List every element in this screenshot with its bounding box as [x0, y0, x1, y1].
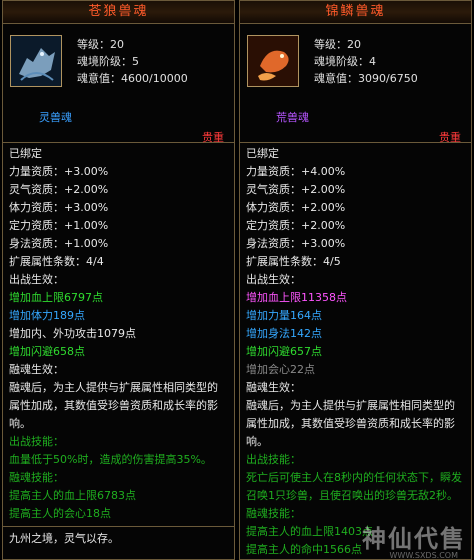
fuse-desc: 融魂后，为主人提供与扩展属性相同类型的属性加成，其数值受珍兽资质和成长率的影响。 [246, 399, 455, 448]
effect-line: 增加力量164点 [246, 309, 322, 322]
effect-line: 增加血上限11358点 [246, 291, 347, 304]
battle-label: 出战生效： [9, 273, 64, 286]
attr-line: 灵气资质：+2.00% [9, 183, 109, 196]
attr-line: 灵气资质：+2.00% [246, 183, 346, 196]
right-item-tooltip: 锦鳞兽魂 等级：20 魂境阶级：4 魂意值：3090/6750 荒兽魂 贵重 已… [239, 0, 472, 560]
effect-line: 增加身法142点 [246, 327, 322, 340]
flavor-text: 九州之境，灵气以存。 [9, 532, 119, 545]
item-header: 等级：20 魂境阶级：5 魂意值：4600/10000 灵兽魂 贵重 [3, 24, 234, 144]
attr-line: 身法资质：+1.00% [9, 237, 109, 250]
attr-line: 定力资质：+1.00% [9, 219, 109, 232]
effect-line: 增加体力189点 [9, 309, 85, 322]
item-details: 已绑定 力量资质：+4.00% 灵气资质：+2.00% 体力资质：+2.00% … [240, 143, 471, 559]
stage-text: 魂境阶级：4 [314, 55, 376, 68]
attr-line: 定力资质：+2.00% [246, 219, 346, 232]
bound-status: 已绑定 [9, 147, 42, 160]
fuse-desc: 融魂后，为主人提供与扩展属性相同类型的属性加成，其数值受珍兽资质和成长率的影响。 [9, 381, 218, 430]
soul-value-text: 魂意值：3090/6750 [314, 72, 418, 85]
soul-value-text: 魂意值：4600/10000 [77, 72, 188, 85]
effect-line: 增加闪避657点 [246, 345, 322, 358]
bound-status: 已绑定 [246, 147, 279, 160]
skill-label: 出战技能： [9, 435, 64, 448]
koi-soul-icon [247, 35, 299, 87]
ext-count: 扩展属性条数：4/4 [9, 255, 104, 268]
level-text: 等级：20 [314, 38, 361, 51]
effect-line: 增加闪避658点 [9, 345, 85, 358]
site-watermark: 神仙代售 [362, 525, 466, 553]
item-stats: 等级：20 魂境阶级：5 魂意值：4600/10000 [77, 36, 188, 87]
item-details: 已绑定 力量资质：+3.00% 灵气资质：+2.00% 体力资质：+3.00% … [3, 143, 234, 548]
divider [3, 526, 234, 527]
effect-line: 增加血上限6797点 [9, 291, 103, 304]
site-watermark-url: WWW.SXDS.COM [389, 551, 458, 560]
fuse-label: 融魂生效： [246, 381, 301, 394]
wolf-soul-icon [10, 35, 62, 87]
skill-label: 出战技能： [246, 453, 301, 466]
effect-line: 增加内、外功攻击1079点 [9, 327, 136, 340]
fuse-label: 融魂生效： [9, 363, 64, 376]
attr-line: 体力资质：+3.00% [9, 201, 109, 214]
attr-line: 力量资质：+4.00% [246, 165, 346, 178]
effect-line: 增加会心22点 [246, 363, 315, 376]
skill-line: 提高主人的血上限6783点 [9, 489, 136, 502]
skill-line: 提高主人的会心18点 [9, 507, 111, 520]
soul-type: 荒兽魂 [276, 111, 309, 124]
skill-line: 血量低于50%时，造成的伤害提高35%。 [9, 453, 212, 466]
item-header: 等级：20 魂境阶级：4 魂意值：3090/6750 荒兽魂 贵重 [240, 24, 471, 144]
rarity-label: 贵重 [439, 131, 461, 144]
skill-line: 死亡后可使主人在8秒内的任何状态下，瞬发召唤1只珍兽，且使召唤出的珍兽无敌2秒。 [246, 471, 462, 502]
item-title: 苍狼兽魂 [3, 1, 234, 24]
attr-line: 身法资质：+3.00% [246, 237, 346, 250]
ext-count: 扩展属性条数：4/5 [246, 255, 341, 268]
battle-label: 出战生效： [246, 273, 301, 286]
soul-type: 灵兽魂 [39, 111, 72, 124]
left-item-tooltip: 苍狼兽魂 等级：20 魂境阶级：5 魂意值：4600/10000 灵兽魂 贵重 … [2, 0, 235, 560]
item-stats: 等级：20 魂境阶级：4 魂意值：3090/6750 [314, 36, 418, 87]
level-text: 等级：20 [77, 38, 124, 51]
attr-line: 力量资质：+3.00% [9, 165, 109, 178]
attr-line: 体力资质：+2.00% [246, 201, 346, 214]
rarity-label: 贵重 [202, 131, 224, 144]
stage-text: 魂境阶级：5 [77, 55, 139, 68]
item-title: 锦鳞兽魂 [240, 1, 471, 24]
skill-line: 融魂技能： [9, 471, 64, 484]
